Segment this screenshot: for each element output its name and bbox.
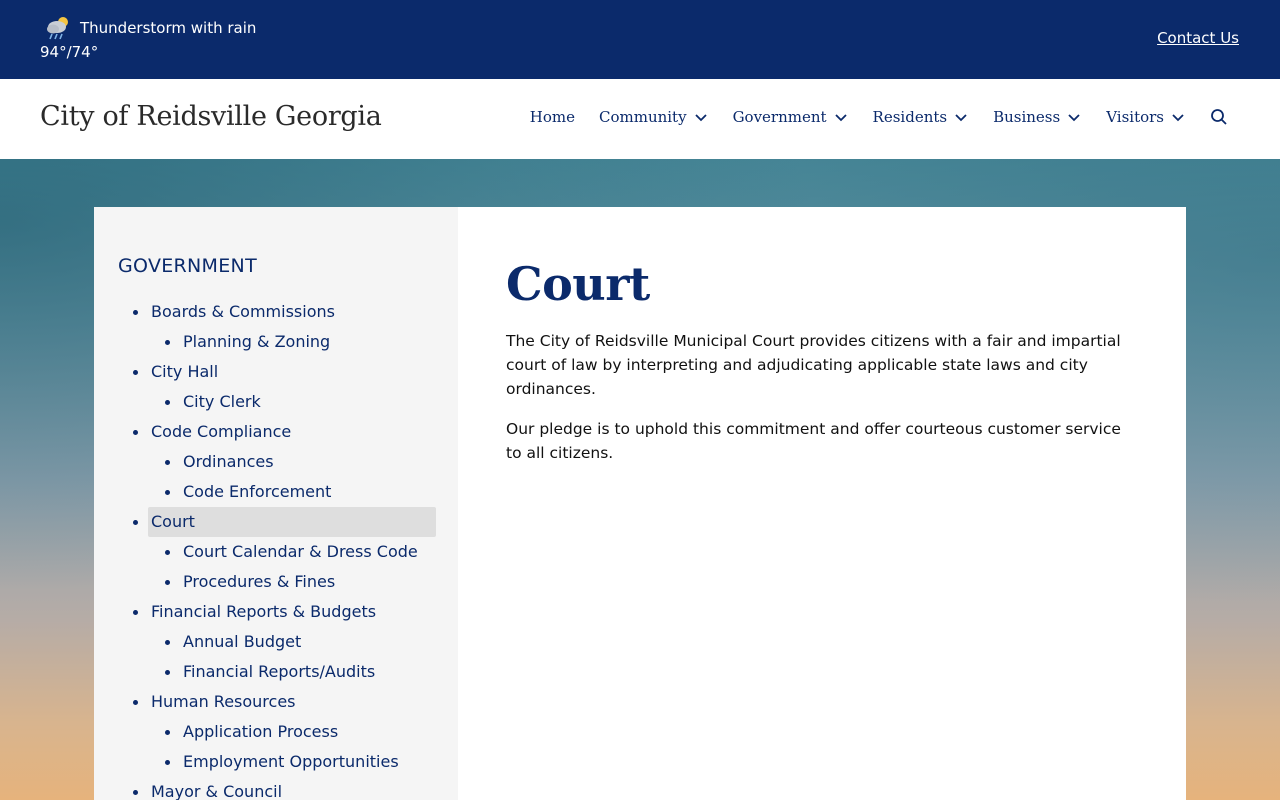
sidebar-item-court[interactable]: Court: [118, 507, 458, 537]
nav-item-label: Visitors: [1106, 108, 1164, 126]
sidebar-item-label: Human Resources: [151, 692, 296, 711]
chevron-down-icon: [955, 114, 967, 122]
nav-item-government[interactable]: Government: [733, 108, 849, 126]
nav-item-residents[interactable]: Residents: [873, 108, 970, 126]
site-title[interactable]: City of Reidsville Georgia: [40, 101, 382, 132]
weather-widget: Thunderstorm with rain 94°/74°: [40, 14, 256, 61]
chevron-down-icon: [834, 114, 847, 122]
sidebar-heading[interactable]: GOVERNMENT: [118, 255, 458, 277]
sidebar-item-code-compliance[interactable]: Code Compliance: [118, 417, 458, 447]
sidebar-item-label: Planning & Zoning: [183, 332, 331, 351]
nav-item-label: Community: [598, 108, 687, 126]
sidebar-item-label: Code Compliance: [151, 422, 292, 441]
sidebar-item-city-hall[interactable]: City Hall: [118, 357, 458, 387]
sidebar-item-annual-budget[interactable]: Annual Budget: [118, 627, 458, 657]
sidebar: GOVERNMENT Boards & Commissions Planning…: [94, 207, 458, 800]
sidebar-item-court-calendar[interactable]: Court Calendar & Dress Code: [118, 537, 458, 567]
sidebar-item-label: Ordinances: [183, 452, 274, 471]
sidebar-item-application-process[interactable]: Application Process: [118, 717, 458, 747]
top-alert-bar: Thunderstorm with rain 94°/74° Contact U…: [0, 0, 1280, 79]
sidebar-item-city-clerk[interactable]: City Clerk: [118, 387, 458, 417]
page-title: Court: [506, 257, 650, 311]
sidebar-item-ordinances[interactable]: Ordinances: [118, 447, 458, 477]
sidebar-item-label: Court: [151, 512, 195, 531]
sidebar-list: Boards & Commissions Planning & Zoning C…: [118, 297, 458, 800]
sidebar-item-mayor-council[interactable]: Mayor & Council: [118, 777, 458, 800]
sidebar-item-label: Mayor & Council: [151, 782, 283, 800]
weather-condition: Thunderstorm with rain: [80, 19, 257, 37]
sidebar-item-label: Application Process: [183, 722, 339, 741]
sidebar-item-label: City Hall: [151, 362, 219, 381]
sidebar-item-boards-commissions[interactable]: Boards & Commissions: [118, 297, 458, 327]
sidebar-item-procedures-fines[interactable]: Procedures & Fines: [118, 567, 458, 597]
chevron-down-icon: [1068, 114, 1080, 122]
nav-item-label: Business: [993, 108, 1061, 126]
nav-item-label: Home: [529, 108, 575, 126]
contact-us-link[interactable]: Contact Us: [1157, 29, 1239, 47]
nav-item-business[interactable]: Business: [993, 108, 1082, 126]
sidebar-item-label: Employment Opportunities: [183, 752, 399, 771]
sidebar-item-code-enforcement[interactable]: Code Enforcement: [118, 477, 458, 507]
sidebar-item-human-resources[interactable]: Human Resources: [118, 687, 458, 717]
sidebar-item-financial-audits[interactable]: Financial Reports/Audits: [118, 657, 458, 687]
sidebar-item-label: Code Enforcement: [183, 482, 332, 501]
nav-item-visitors[interactable]: Visitors: [1106, 108, 1186, 126]
chevron-down-icon: [694, 114, 707, 122]
nav-item-label: Residents: [872, 108, 948, 126]
nav-item-home[interactable]: Home: [530, 108, 575, 126]
sidebar-item-label: Boards & Commissions: [151, 302, 335, 321]
search-icon[interactable]: [1210, 108, 1228, 126]
content-card: GOVERNMENT Boards & Commissions Planning…: [94, 207, 1186, 800]
sidebar-item-label: Court Calendar & Dress Code: [183, 542, 418, 561]
sidebar-item-label: Annual Budget: [183, 632, 302, 651]
main-nav: Home Community Government Residents Busi…: [530, 108, 1228, 126]
chevron-down-icon: [1172, 114, 1184, 122]
sidebar-item-label: Procedures & Fines: [183, 572, 336, 591]
weather-temperature: 94°/74°: [40, 43, 99, 61]
sidebar-item-label: Financial Reports & Budgets: [151, 602, 377, 621]
storm-cloud-icon: [44, 14, 72, 42]
nav-item-community[interactable]: Community: [599, 108, 709, 126]
content-paragraph: Our pledge is to uphold this commitment …: [506, 420, 1121, 462]
sidebar-item-financial-reports-budgets[interactable]: Financial Reports & Budgets: [118, 597, 458, 627]
site-header: City of Reidsville Georgia Home Communit…: [0, 79, 1280, 159]
nav-item-label: Government: [732, 108, 827, 126]
content-paragraph: The City of Reidsville Municipal Court p…: [506, 332, 1121, 398]
sidebar-item-planning-zoning[interactable]: Planning & Zoning: [118, 327, 458, 357]
main-content: Court The City of Reidsville Municipal C…: [458, 207, 1186, 800]
sidebar-item-label: Financial Reports/Audits: [183, 662, 376, 681]
sidebar-item-label: City Clerk: [183, 392, 261, 411]
sidebar-item-employment-opportunities[interactable]: Employment Opportunities: [118, 747, 458, 777]
